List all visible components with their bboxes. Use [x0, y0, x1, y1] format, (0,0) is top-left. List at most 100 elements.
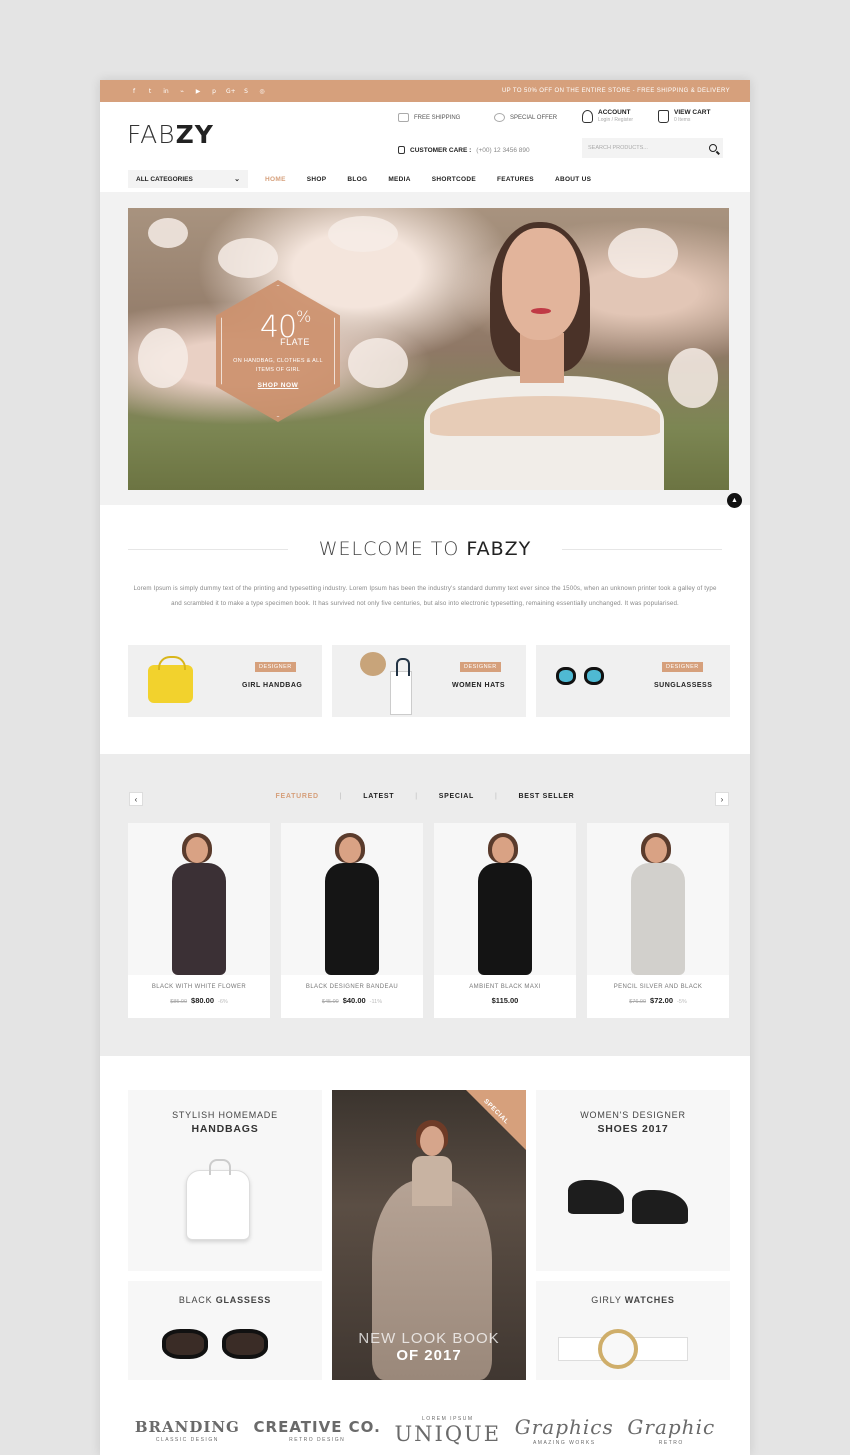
tab-latest[interactable]: LATEST: [363, 793, 394, 800]
brand-logo[interactable]: Graphic RETRO: [627, 1415, 715, 1446]
model-lips: [531, 308, 551, 314]
cart-icon: [658, 110, 669, 123]
banner-glasses[interactable]: BLACK GLASSESS: [128, 1281, 322, 1380]
model-head: [645, 837, 667, 863]
banner-shoes[interactable]: WOMEN'S DESIGNER SHOES 2017: [536, 1090, 730, 1271]
nav-item-features[interactable]: FEATURES: [497, 176, 534, 183]
nav-item-home[interactable]: HOME: [265, 176, 286, 183]
category-card-sunglasses[interactable]: DESIGNER SUNGLASSESS: [536, 645, 730, 717]
cart-label: VIEW CART: [674, 109, 711, 116]
search-input[interactable]: SEARCH PRODUCTS...: [582, 138, 723, 158]
model-head: [492, 837, 514, 863]
product-image: [281, 823, 423, 975]
customer-care-number: (+00) 12 3456 890: [476, 146, 530, 154]
product-name[interactable]: AMBIENT BLACK MAXI: [434, 984, 576, 990]
twitter-icon[interactable]: t: [146, 88, 154, 95]
brand-logo[interactable]: Graphics AMAZING WORKS: [515, 1415, 614, 1446]
special-offer-label: SPECIAL OFFER: [510, 114, 558, 121]
brand-name: CREATIVE CO.: [253, 1417, 381, 1436]
lookbook-caption: NEW LOOK BOOK OF 2017: [332, 1330, 526, 1364]
banner-lookbook[interactable]: SPECIAL OFFER NEW LOOK BOOK OF 2017: [332, 1090, 526, 1380]
hero-banner[interactable]: 40% FLATE ON HANDBAG, CLOTHES & ALL ITEM…: [128, 208, 729, 490]
truck-icon: [398, 113, 409, 122]
banner-title-bold: WATCHES: [624, 1295, 675, 1305]
rss-icon[interactable]: ⌁: [178, 88, 186, 95]
blossom-decoration: [348, 338, 408, 388]
brand-logo[interactable]: LOREM IPSUM UNIQUE: [394, 1415, 501, 1446]
backpack-image: [186, 1159, 250, 1240]
nav-item-blog[interactable]: BLOG: [347, 176, 367, 183]
product-name[interactable]: BLACK DESIGNER BANDEAU: [281, 984, 423, 990]
lookbook-line-1: NEW LOOK BOOK: [358, 1330, 500, 1347]
welcome-title-bold: FABZY: [466, 538, 532, 560]
tab-best-seller[interactable]: BEST SELLER: [519, 793, 575, 800]
scroll-top-button[interactable]: ▲: [727, 493, 742, 508]
tab-special[interactable]: SPECIAL: [439, 793, 474, 800]
brand-name: Graphics: [514, 1414, 614, 1439]
discount-number: 40: [259, 310, 297, 345]
product-card[interactable]: PENCIL SILVER AND BLACK $76.00 $72.00 -5%: [587, 823, 729, 1018]
skype-icon[interactable]: S: [242, 88, 250, 95]
pinterest-icon[interactable]: p: [210, 88, 218, 95]
google-plus-icon[interactable]: G+: [226, 88, 236, 95]
chevron-down-icon: ⌄: [234, 176, 240, 183]
logo[interactable]: FABZY: [127, 120, 214, 149]
lens-right: [222, 1329, 268, 1359]
shop-now-link[interactable]: SHOP NOW: [258, 382, 299, 389]
brand-name: UNIQUE: [394, 1421, 502, 1446]
nav-item-about-us[interactable]: ABOUT US: [555, 176, 591, 183]
category-select[interactable]: ALL CATEGORIES ⌄: [128, 170, 248, 188]
watch-image: [598, 1329, 638, 1369]
top-bar: f t in ⌁ ▶ p G+ S ◎ UP TO 50% OFF ON THE…: [100, 80, 750, 102]
brand-tagline: CLASSIC DESIGN: [155, 1436, 219, 1443]
discount: -5%: [677, 999, 687, 1005]
nav-item-shortcode[interactable]: SHORTCODE: [432, 176, 476, 183]
model-neck: [520, 333, 564, 383]
model-shoulders: [430, 396, 660, 436]
free-shipping[interactable]: FREE SHIPPING: [398, 113, 460, 122]
cart-link[interactable]: VIEW CART 0 Items: [658, 109, 710, 123]
brand-logo[interactable]: CREATIVE CO. RETRO DESIGN: [254, 1418, 381, 1443]
product-name[interactable]: PENCIL SILVER AND BLACK: [587, 984, 729, 990]
account-link[interactable]: ACCOUNT Login / Register: [582, 109, 633, 123]
product-image: [434, 823, 576, 975]
account-sub: Login / Register: [598, 117, 634, 123]
discount: -6%: [218, 999, 228, 1005]
banner-watches[interactable]: GIRLY WATCHES: [536, 1281, 730, 1380]
brand-logos: BRANDING CLASSIC DESIGN CREATIVE CO. RET…: [100, 1405, 750, 1455]
linkedin-icon[interactable]: in: [162, 88, 170, 95]
product-card[interactable]: BLACK DESIGNER BANDEAU $45.00 $40.00 -11%: [281, 823, 423, 1018]
youtube-icon[interactable]: ▶: [194, 88, 202, 95]
banner-title: BLACK GLASSESS: [128, 1295, 322, 1305]
category-card-hats[interactable]: DESIGNER WOMEN HATS: [332, 645, 526, 717]
product-grid: BLACK WITH WHITE FLOWER $85.00 $80.00 -6% …: [128, 823, 730, 1018]
old-price: $85.00: [170, 999, 188, 1005]
handbag-image: [148, 656, 193, 703]
designer-badge: DESIGNER: [255, 662, 296, 672]
banner-title: GIRLY WATCHES: [536, 1295, 730, 1305]
instagram-icon[interactable]: ◎: [258, 88, 266, 95]
banner-handbags[interactable]: STYLISH HOMEMADE HANDBAGS: [128, 1090, 322, 1271]
facebook-icon[interactable]: f: [130, 88, 138, 95]
product-garment: [172, 863, 226, 975]
gift-icon: [494, 113, 505, 122]
product-card[interactable]: AMBIENT BLACK MAXI $115.00: [434, 823, 576, 1018]
product-card[interactable]: BLACK WITH WHITE FLOWER $85.00 $80.00 -6%: [128, 823, 270, 1018]
category-card-handbag[interactable]: DESIGNER GIRL HANDBAG: [128, 645, 322, 717]
nav-item-media[interactable]: MEDIA: [388, 176, 410, 183]
special-offer[interactable]: SPECIAL OFFER: [494, 113, 557, 122]
special-offer-ribbon: SPECIAL OFFER: [466, 1090, 526, 1150]
product-price: $85.00 $80.00 -6%: [128, 996, 270, 1005]
hat-image: [360, 652, 386, 676]
search-icon[interactable]: [709, 144, 717, 152]
customer-care-label: CUSTOMER CARE :: [410, 146, 472, 154]
tab-separator: |: [415, 793, 418, 800]
brand-logo[interactable]: BRANDING CLASSIC DESIGN: [135, 1418, 240, 1443]
banner-subtitle: WOMEN'S DESIGNER: [580, 1110, 686, 1120]
brand-name: Graphic: [627, 1414, 716, 1439]
product-name[interactable]: BLACK WITH WHITE FLOWER: [128, 984, 270, 990]
logo-bold: ZY: [175, 120, 214, 149]
tab-featured[interactable]: FEATURED: [276, 793, 319, 800]
discount-percent: 40%: [259, 309, 311, 345]
nav-item-shop[interactable]: SHOP: [307, 176, 327, 183]
